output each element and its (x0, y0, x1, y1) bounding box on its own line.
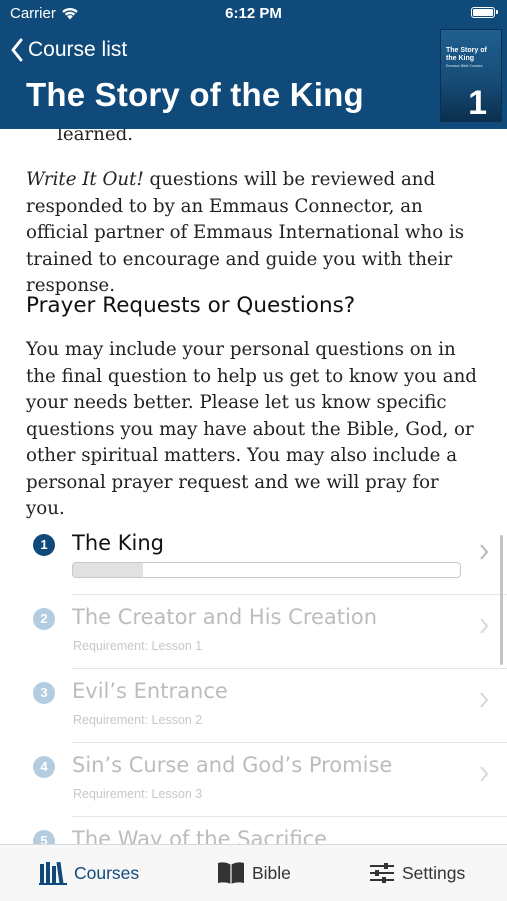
library-icon (39, 861, 67, 885)
lesson-row-1[interactable]: 1 The King (26, 521, 507, 595)
write-it-out-paragraph: Write It Out! questions will be reviewed… (26, 167, 482, 300)
back-button-label: Course list (28, 38, 128, 61)
tab-settings-label: Settings (402, 862, 466, 883)
chevron-right-icon (480, 766, 489, 782)
lesson-row-5[interactable]: 5 The Way of the Sacrifice (26, 817, 507, 844)
tab-courses[interactable]: Courses (39, 845, 139, 901)
lesson-title: Evil’s Entrance (72, 679, 228, 703)
tab-bar: Courses Bible Settings (0, 844, 507, 901)
tab-bible[interactable]: Bible (217, 845, 291, 901)
page-title: The Story of the King (26, 76, 364, 113)
chevron-right-icon (480, 544, 489, 560)
tab-courses-label: Courses (74, 862, 140, 883)
book-icon (218, 862, 244, 884)
lesson-title: The Creator and His Creation (72, 605, 378, 629)
course-cover-image: The Story of the King Emmaus Bible Cours… (440, 29, 502, 122)
lesson-content-scroll[interactable]: learned. Write It Out! questions will be… (0, 129, 507, 844)
cover-number: 1 (468, 84, 487, 122)
lesson-title: The Way of the Sacrifice (72, 827, 328, 844)
lesson-title: The King (72, 531, 164, 555)
lesson-title: Sin’s Curse and God’s Promise (72, 753, 393, 777)
partial-text-line: learned. (57, 129, 134, 145)
cover-title: The Story of the King (446, 47, 487, 62)
lesson-requirement: Requirement: Lesson 2 (73, 713, 203, 727)
tab-bible-label: Bible (252, 862, 291, 883)
chevron-left-icon (11, 38, 23, 62)
battery-icon (471, 7, 498, 18)
write-it-out-emphasis: Write It Out! (26, 169, 144, 190)
lesson-number-badge: 2 (33, 608, 55, 630)
chevron-right-icon (480, 692, 489, 708)
status-time: 6:12 PM (225, 5, 282, 22)
tab-settings[interactable]: Settings (369, 845, 465, 901)
cover-subtitle: Emmaus Bible Courses (446, 64, 483, 68)
lesson-progress-bar (72, 562, 461, 578)
prayer-requests-paragraph: You may include your personal questions … (26, 339, 477, 519)
lesson-number-badge: 5 (33, 830, 55, 844)
lesson-number-badge: 3 (33, 682, 55, 704)
lesson-row-3[interactable]: 3 Evil’s Entrance Requirement: Lesson 2 (26, 669, 507, 743)
lesson-number-badge: 1 (33, 534, 55, 556)
back-button[interactable]: Course list (10, 38, 127, 62)
lesson-requirement: Requirement: Lesson 1 (73, 639, 203, 653)
lesson-row-2[interactable]: 2 The Creator and His Creation Requireme… (26, 595, 507, 669)
lesson-row-4[interactable]: 4 Sin’s Curse and God’s Promise Requirem… (26, 743, 507, 817)
scroll-indicator (500, 535, 503, 665)
chevron-right-icon (480, 618, 489, 634)
navigation-header: Carrier 6:12 PM Course list The Story of… (0, 0, 507, 129)
prayer-requests-heading: Prayer Requests or Questions? (26, 293, 356, 318)
sliders-icon (370, 863, 394, 883)
lesson-number-badge: 4 (33, 756, 55, 778)
lesson-requirement: Requirement: Lesson 3 (73, 787, 203, 801)
